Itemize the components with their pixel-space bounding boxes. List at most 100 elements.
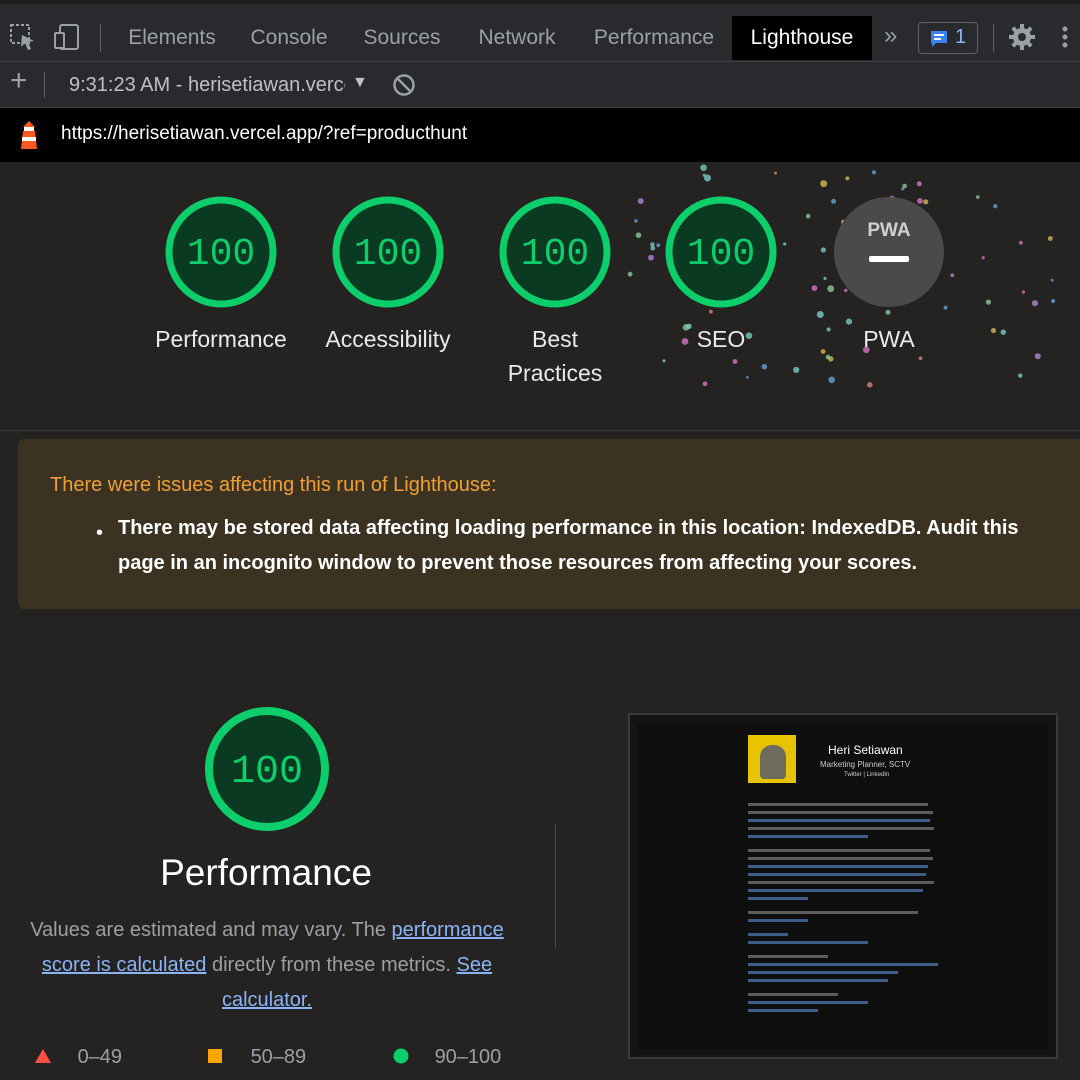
confetti-dot — [702, 173, 706, 177]
section-divider — [0, 430, 1080, 431]
text-line — [748, 1009, 818, 1012]
confetti-dot — [793, 366, 800, 373]
confetti-dot — [867, 382, 873, 388]
confetti-dot — [985, 299, 991, 305]
gauge-label: Best Practices — [507, 326, 603, 386]
confetti-dot — [1000, 329, 1006, 335]
triangle-icon — [35, 1049, 51, 1063]
text-line — [748, 849, 930, 852]
text-line — [748, 919, 808, 922]
inspect-element-icon[interactable] — [8, 22, 38, 52]
warning-title: There were issues affecting this run of … — [50, 474, 497, 496]
gauge-accessibility[interactable]: 100 Accessibility — [303, 196, 473, 356]
confetti-dot — [976, 195, 980, 199]
confetti-dot — [700, 164, 707, 171]
confetti-dot — [828, 376, 835, 384]
run-warnings: There were issues affecting this run of … — [18, 439, 1080, 609]
text-line — [748, 933, 788, 936]
confetti-dot — [1047, 236, 1053, 241]
legend-average: 50–89 — [207, 1046, 306, 1069]
gauge-pwa[interactable]: PWA PWA — [804, 196, 974, 356]
toolbar-divider — [44, 72, 45, 98]
confetti-dot — [1051, 298, 1056, 304]
confetti-dot — [662, 359, 666, 363]
text-line — [748, 857, 933, 860]
issues-badge[interactable]: 1 — [918, 22, 978, 54]
tab-lighthouse[interactable]: Lighthouse — [732, 16, 872, 60]
confetti-dot — [993, 204, 998, 209]
gauge-score: 100 — [521, 233, 589, 276]
confetti-dot — [1031, 300, 1038, 307]
toolbar-divider — [993, 24, 994, 52]
screenshot-name: Heri Setiawan — [828, 743, 903, 757]
gauge-label: Performance — [155, 326, 287, 352]
dropdown-caret-icon[interactable]: ▼ — [352, 74, 368, 92]
tab-network[interactable]: Network — [462, 16, 572, 60]
gauge-label: Accessibility — [325, 326, 451, 352]
circle-icon — [393, 1048, 409, 1064]
confetti-dot — [990, 327, 997, 334]
text-line — [748, 963, 938, 966]
gauge-performance[interactable]: 100 Performance — [136, 196, 306, 356]
text-line — [748, 889, 923, 892]
screenshot-role: Marketing Planner, SCTV — [820, 760, 911, 769]
confetti-dot — [916, 181, 922, 187]
confetti-dot — [702, 381, 708, 387]
tab-performance[interactable]: Performance — [582, 16, 726, 60]
text-line — [748, 827, 934, 830]
lighthouse-report: 100 Performance 100 Accessibility 100 Be… — [0, 162, 1080, 1080]
legend-range: 50–89 — [250, 1046, 307, 1068]
performance-score-gauge: 100 — [205, 707, 329, 831]
performance-description: Values are estimated and may vary. The p… — [20, 913, 514, 1018]
text-line — [748, 865, 928, 868]
confetti-dot — [1034, 353, 1041, 360]
confetti-dot — [1021, 290, 1025, 294]
confetti-dot — [871, 170, 877, 175]
confetti-dot — [901, 187, 905, 191]
new-report-icon[interactable]: + — [10, 64, 28, 98]
text-line — [748, 1001, 868, 1004]
report-selector[interactable]: 9:31:23 AM - herisetiawan.vercel.app — [69, 74, 345, 97]
confetti-dot — [820, 180, 828, 188]
confetti-dot — [1050, 278, 1054, 282]
more-tabs-icon[interactable]: » — [884, 22, 897, 50]
confetti-dot — [732, 359, 738, 364]
tab-elements[interactable]: Elements — [114, 16, 230, 60]
confetti-dot — [1019, 240, 1023, 245]
legend-range: 90–100 — [434, 1046, 502, 1068]
text-line — [748, 803, 928, 806]
settings-icon[interactable] — [1007, 22, 1037, 52]
square-icon — [208, 1049, 222, 1063]
text-line — [748, 993, 838, 996]
clear-block-icon[interactable] — [391, 72, 417, 98]
column-divider — [555, 824, 556, 948]
warning-bullet: • — [96, 522, 104, 544]
gauge-seo[interactable]: 100 SEO — [636, 196, 806, 356]
gauge-label: SEO — [696, 326, 746, 352]
performance-score: 100 — [231, 750, 303, 795]
tab-console[interactable]: Console — [236, 16, 342, 60]
desc-text: directly from these metrics. — [206, 954, 457, 976]
desc-text: Values are estimated and may vary. The — [30, 919, 392, 941]
audited-url[interactable]: https://herisetiawan.vercel.app/?ref=pro… — [61, 123, 467, 145]
text-line — [748, 819, 930, 822]
device-toolbar-icon[interactable] — [52, 22, 82, 52]
performance-title: Performance — [160, 852, 372, 893]
confetti-dot — [845, 176, 850, 181]
pwa-badge-text: PWA — [867, 220, 911, 241]
text-line — [748, 881, 934, 884]
profile-photo — [748, 735, 796, 783]
audited-url-bar: https://herisetiawan.vercel.app/?ref=pro… — [0, 108, 1080, 162]
gauge-best-practices[interactable]: 100 Best Practices — [470, 196, 640, 390]
confetti-dot — [774, 171, 777, 175]
final-screenshot[interactable]: Heri Setiawan Marketing Planner, SCTV Tw… — [628, 713, 1058, 1059]
toolbar-divider — [100, 24, 101, 52]
text-line — [748, 811, 933, 814]
text-line — [748, 979, 888, 982]
kebab-menu-icon[interactable] — [1058, 22, 1080, 52]
confetti-dot — [1018, 373, 1023, 378]
legend-pass: 90–100 — [393, 1046, 501, 1069]
text-line — [748, 911, 918, 914]
legend-range: 0–49 — [77, 1046, 123, 1068]
tab-sources[interactable]: Sources — [350, 16, 454, 60]
